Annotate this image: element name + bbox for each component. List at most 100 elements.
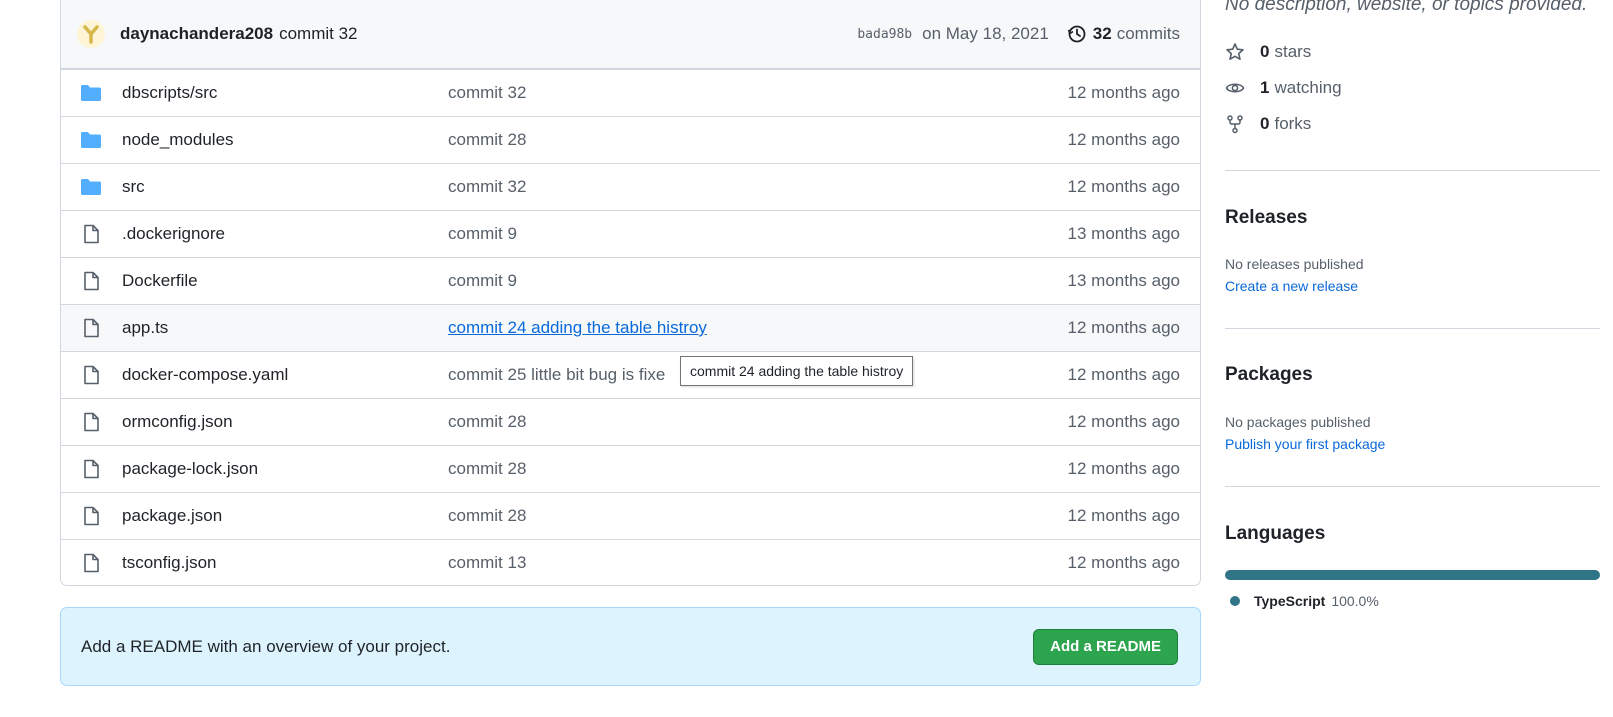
file-name-link[interactable]: package.json (122, 506, 448, 526)
file-name-link[interactable]: .dockerignore (122, 224, 448, 244)
file-icon (84, 318, 99, 338)
packages-empty-text: No packages published (1225, 414, 1371, 430)
file-commit-message-link[interactable]: commit 28 (448, 506, 1068, 526)
file-icon-wrap (80, 318, 102, 338)
commit-author-link[interactable]: daynachandera208 (120, 24, 273, 44)
publish-package-link[interactable]: Publish your first package (1225, 436, 1385, 452)
file-row[interactable]: package-lock.json commit 28 12 months ago (61, 445, 1200, 492)
avatar[interactable] (77, 20, 105, 48)
file-icon-wrap (80, 365, 102, 385)
file-commit-message-link[interactable]: commit 24 adding the table histroy (448, 318, 1068, 338)
file-row[interactable]: dbscripts/src commit 32 12 months ago (61, 69, 1200, 116)
forks-label: forks (1274, 114, 1312, 133)
file-name-link[interactable]: app.ts (122, 318, 448, 338)
file-age: 12 months ago (1067, 412, 1180, 431)
file-commit-message-link[interactable]: commit 28 (448, 130, 1068, 150)
file-name-link[interactable]: Dockerfile (122, 271, 448, 291)
folder-icon-wrap (80, 130, 102, 150)
file-name-link[interactable]: src (122, 177, 448, 197)
commit-message-link[interactable]: commit 32 (279, 24, 357, 44)
file-list: dbscripts/src commit 32 12 months ago node_… (61, 69, 1200, 586)
file-name-link[interactable]: docker-compose.yaml (122, 365, 448, 385)
language-bar[interactable] (1225, 570, 1600, 580)
forks-count: 0 (1260, 114, 1270, 133)
file-row[interactable]: docker-compose.yaml commit 25 little bit … (61, 351, 1200, 398)
create-release-link[interactable]: Create a new release (1225, 278, 1358, 294)
star-icon (1226, 43, 1244, 60)
file-row[interactable]: Dockerfile commit 9 13 months ago (61, 257, 1200, 304)
file-age: 12 months ago (1067, 459, 1180, 478)
file-table: daynachandera208 commit 32 bada98b on Ma… (60, 0, 1201, 586)
file-commit-message-link[interactable]: commit 9 (448, 271, 1068, 291)
watching-label: watching (1274, 78, 1342, 97)
folder-icon-wrap (80, 177, 102, 197)
file-age: 12 months ago (1067, 553, 1180, 572)
commit-count-label: commits (1116, 24, 1180, 43)
file-row[interactable]: package.json commit 28 12 months ago (61, 492, 1200, 539)
file-commit-message-link[interactable]: commit 32 (448, 83, 1068, 103)
file-icon (84, 271, 99, 291)
sidebar-divider (1225, 486, 1600, 487)
sidebar-divider (1225, 328, 1600, 329)
file-icon (84, 412, 99, 432)
fork-icon (1227, 115, 1243, 134)
file-name-link[interactable]: package-lock.json (122, 459, 448, 479)
file-icon (84, 459, 99, 479)
file-icon (84, 365, 99, 385)
eye-icon (1225, 83, 1245, 93)
stars-count: 0 (1260, 42, 1270, 61)
language-bar-typescript (1225, 570, 1600, 580)
folder-icon-wrap (80, 83, 102, 103)
commit-tooltip: commit 24 adding the table histroy (680, 356, 914, 386)
file-icon-wrap (80, 553, 102, 573)
file-age: 12 months ago (1067, 365, 1180, 384)
file-icon-wrap (80, 224, 102, 244)
file-name-link[interactable]: ormconfig.json (122, 412, 448, 432)
file-row[interactable]: src commit 32 12 months ago (61, 163, 1200, 210)
file-icon-wrap (80, 459, 102, 479)
file-age: 12 months ago (1067, 177, 1180, 196)
file-icon (84, 224, 99, 244)
latest-commit-bar: daynachandera208 commit 32 bada98b on Ma… (61, 0, 1200, 69)
language-percent: 100.0% (1331, 593, 1379, 609)
forks-link[interactable]: 0 forks (1225, 114, 1311, 134)
languages-heading: Languages (1225, 523, 1326, 544)
file-row[interactable]: app.ts commit 24 adding the table histroy… (61, 304, 1200, 351)
file-commit-message-link[interactable]: commit 9 (448, 224, 1068, 244)
file-row[interactable]: ormconfig.json commit 28 12 months ago (61, 398, 1200, 445)
file-icon (84, 506, 99, 526)
file-name-link[interactable]: node_modules (122, 130, 448, 150)
commit-sha-link[interactable]: bada98b (857, 27, 912, 42)
add-readme-button[interactable]: Add a README (1033, 628, 1178, 665)
file-name-link[interactable]: tsconfig.json (122, 553, 448, 573)
commit-count: 32 (1092, 24, 1112, 43)
readme-banner: Add a README with an overview of your pr… (60, 607, 1201, 686)
file-row[interactable]: tsconfig.json commit 13 12 months ago (61, 539, 1200, 586)
file-row[interactable]: node_modules commit 28 12 months ago (61, 116, 1200, 163)
sidebar-divider (1225, 170, 1600, 171)
file-age: 12 months ago (1067, 83, 1180, 102)
file-commit-message-link[interactable]: commit 13 (448, 553, 1068, 573)
file-commit-message-link[interactable]: commit 28 (448, 459, 1068, 479)
file-commit-message-link[interactable]: commit 28 (448, 412, 1068, 432)
stars-label: stars (1274, 42, 1312, 61)
file-commit-message-link[interactable]: commit 32 (448, 177, 1068, 197)
releases-heading[interactable]: Releases (1225, 207, 1307, 229)
history-icon (1067, 25, 1086, 43)
file-age: 12 months ago (1067, 506, 1180, 525)
stars-link[interactable]: 0 stars (1225, 42, 1311, 62)
folder-icon (81, 85, 101, 101)
file-age: 12 months ago (1067, 318, 1180, 337)
commit-history-link[interactable]: 32 commits (1067, 24, 1180, 44)
folder-icon (81, 132, 101, 148)
file-row[interactable]: .dockerignore commit 9 13 months ago (61, 210, 1200, 257)
file-age: 13 months ago (1067, 271, 1180, 290)
file-icon (84, 553, 99, 573)
folder-icon (81, 179, 101, 195)
file-name-link[interactable]: dbscripts/src (122, 83, 448, 103)
watching-link[interactable]: 1 watching (1225, 78, 1342, 98)
file-icon-wrap (80, 271, 102, 291)
packages-heading[interactable]: Packages (1225, 364, 1313, 386)
language-typescript[interactable]: TypeScript 100.0% (1230, 593, 1379, 609)
language-name: TypeScript (1254, 593, 1326, 609)
